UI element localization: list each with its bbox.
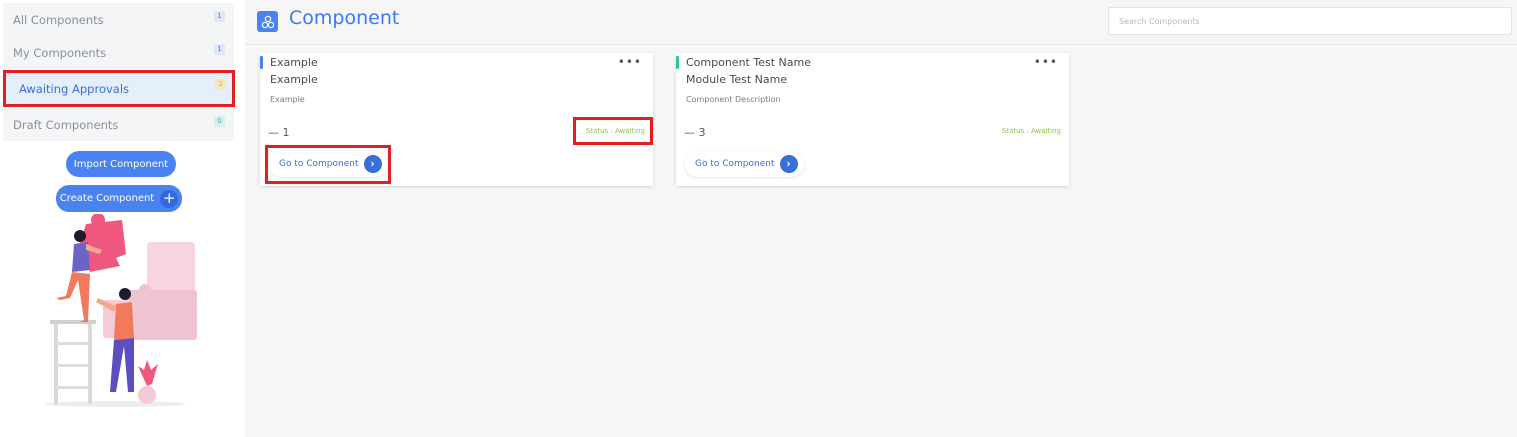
module-name: Module Test Name (686, 73, 788, 86)
go-to-component-button[interactable]: Go to Component › (685, 151, 804, 177)
page-title: Component (289, 7, 400, 29)
component-count: — 3 (684, 126, 706, 139)
component-description: Component Description (686, 95, 781, 104)
sidebar-item-label: All Components (13, 12, 104, 27)
count-value: 1 (282, 126, 290, 139)
page-header: Component (245, 0, 1517, 45)
create-component-button[interactable]: Create Component + (56, 185, 182, 212)
sidebar-item-label: Draft Components (13, 117, 119, 132)
count-dash-icon: — (684, 126, 695, 139)
status-highlight-box (573, 117, 653, 145)
plus-icon: + (160, 189, 179, 208)
create-component-label: Create Component (59, 193, 155, 204)
component-description: Example (270, 95, 305, 104)
component-name: Component Test Name (686, 56, 811, 69)
count-value: 3 (698, 126, 706, 139)
go-to-component-label: Go to Component (695, 159, 775, 169)
more-options-icon[interactable]: ••• (1034, 55, 1058, 69)
card-accent-stripe (676, 56, 679, 69)
component-name: Example (270, 56, 318, 69)
arrow-right-icon: › (779, 155, 798, 173)
card-accent-stripe (260, 56, 263, 69)
more-options-icon[interactable]: ••• (618, 55, 642, 69)
status-label: Status : Awaiting (1001, 127, 1061, 135)
component-icon (257, 11, 278, 32)
sidebar-item-my-components[interactable]: My Components 1 (3, 36, 234, 69)
import-component-label: Import Component (73, 158, 169, 170)
sidebar: All Components 1 My Components 1 Awaitin… (0, 0, 240, 437)
sidebar-item-label: My Components (13, 45, 107, 60)
puzzle-team-illustration (45, 214, 197, 407)
count-badge: 1 (214, 44, 225, 55)
sidebar-item-draft-components[interactable]: Draft Components 0 (3, 108, 234, 141)
search-input[interactable] (1108, 7, 1512, 35)
count-badge: 0 (214, 116, 225, 127)
component-count: — 1 (268, 126, 290, 139)
count-dash-icon: — (268, 126, 279, 139)
sidebar-item-all-components[interactable]: All Components 1 (3, 3, 234, 36)
go-to-component-highlight-box (265, 145, 391, 184)
import-component-button[interactable]: Import Component (66, 151, 176, 177)
module-name: Example (270, 73, 318, 86)
count-badge: 1 (214, 11, 225, 22)
main-content: Component Example Example Example ••• — … (245, 0, 1517, 437)
count-badge: 2 (215, 79, 226, 90)
sidebar-item-awaiting-approvals[interactable]: Awaiting Approvals 2 (3, 70, 235, 107)
component-card: Component Test Name Module Test Name Com… (676, 53, 1069, 186)
sidebar-item-label: Awaiting Approvals (19, 81, 130, 96)
